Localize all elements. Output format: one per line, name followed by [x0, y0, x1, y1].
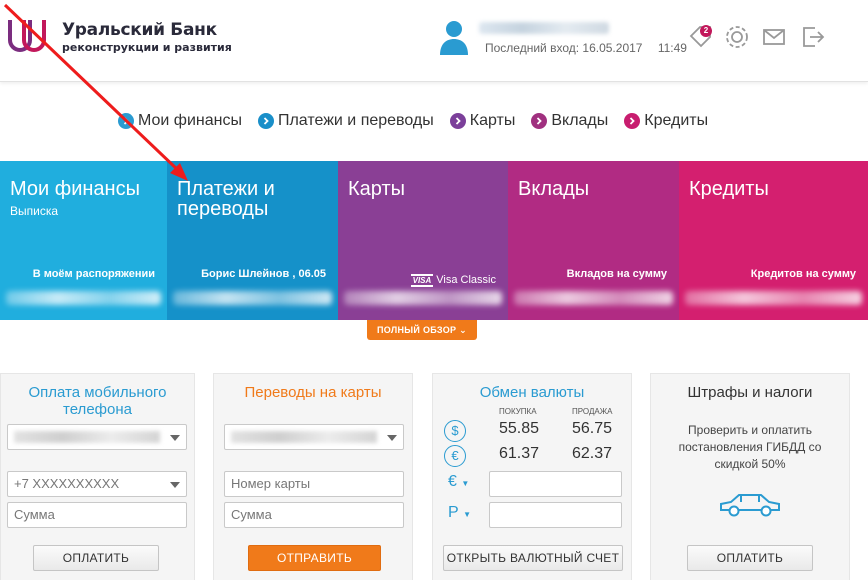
from-amount-input[interactable] — [489, 471, 622, 497]
chevron-right-icon — [624, 113, 641, 129]
nav-label: Карты — [469, 112, 516, 129]
bank-name: Уральский Банк — [62, 20, 217, 40]
tile-cards[interactable]: Карты VISA Visa Classic — [338, 161, 508, 320]
notification-badge: 2 — [700, 25, 712, 37]
tile-subtitle: Выписка — [10, 204, 59, 218]
tile-title: Кредиты — [689, 178, 769, 200]
tile-amount-redacted — [514, 291, 673, 305]
fines-description: Проверить и оплатить постановления ГИБДД… — [678, 423, 822, 471]
dollar-icon: $ — [444, 420, 466, 442]
open-currency-account-button[interactable]: ОТКРЫТЬ ВАЛЮТНЫЙ СЧЕТ — [443, 545, 623, 571]
card-title: Штрафы и налоги — [687, 384, 813, 401]
chevron-right-icon — [118, 113, 134, 129]
pay-fines-button[interactable]: ОПЛАТИТЬ — [687, 545, 813, 571]
tile-info: Кредитов на сумму — [750, 268, 856, 280]
user-avatar-icon[interactable] — [439, 19, 469, 55]
card-number-placeholder: Номер карты — [231, 476, 311, 491]
chevron-down-icon: ▼ — [463, 510, 472, 519]
visa-logo-icon: VISA — [410, 274, 434, 287]
mail-icon[interactable] — [761, 24, 787, 50]
card-type: Visa Classic — [436, 274, 496, 286]
tile-amount-redacted — [344, 291, 502, 305]
user-name-redacted — [479, 22, 609, 34]
tile-info: Борис Шлейнов , 06.05 — [201, 268, 326, 280]
settings-gear-icon[interactable] — [724, 24, 750, 50]
phone-input[interactable]: +7 XXXXXXXXXX — [7, 471, 187, 497]
to-currency-select[interactable]: Р ▼ — [448, 504, 471, 522]
chevron-down-icon — [387, 435, 397, 441]
pay-mobile-button[interactable]: ОПЛАТИТЬ — [33, 545, 159, 571]
amount-placeholder: Сумма — [14, 507, 55, 522]
car-icon — [720, 494, 780, 517]
from-currency-select[interactable]: € ▼ — [448, 473, 469, 491]
last-login-date: Последний вход: 16.05.2017 — [485, 41, 643, 55]
eur-sell-rate: 62.37 — [572, 445, 613, 462]
tile-deposits[interactable]: Вклады Вкладов на сумму — [508, 161, 679, 320]
amount-input[interactable]: Сумма — [7, 502, 187, 528]
tile-amount-redacted — [173, 291, 332, 305]
usd-buy-rate: 55.85 — [499, 420, 540, 437]
currency-exchange-card: Обмен валюты ПОКУПКА ПРОДАЖА $ 55.85 56.… — [432, 373, 632, 580]
fines-taxes-card: Штрафы и налоги Проверить и оплатить пос… — [650, 373, 850, 580]
nav-item-payments[interactable]: Платежи и переводы — [257, 112, 434, 130]
eur-buy-rate: 61.37 — [499, 445, 540, 462]
phone-placeholder: +7 XXXXXXXXXX — [14, 476, 120, 491]
bank-logo[interactable] — [0, 14, 50, 56]
source-card-select[interactable] — [224, 424, 404, 450]
nav-item-credits[interactable]: Кредиты — [624, 112, 708, 130]
euro-icon: € — [444, 445, 466, 467]
chevron-down-icon: ▼ — [461, 479, 470, 488]
to-currency-symbol: Р — [448, 504, 459, 521]
card-transfer-card: Переводы на карты Номер карты Сумма ОТПР… — [213, 373, 413, 580]
nav-item-deposits[interactable]: Вклады — [531, 112, 608, 130]
transfer-amount-input[interactable]: Сумма — [224, 502, 404, 528]
nav-label: Кредиты — [644, 112, 709, 129]
tile-my-finances[interactable]: Мои финансы Выписка В моём распоряжении — [0, 161, 167, 320]
chevron-right-icon — [531, 113, 548, 129]
chevron-right-icon — [257, 113, 274, 129]
chevron-down-icon — [170, 482, 180, 488]
tile-amount-redacted — [6, 291, 161, 305]
header: Уральский Банк реконструкции и развития … — [0, 0, 868, 82]
logout-icon[interactable] — [800, 24, 826, 50]
nav-label: Вклады — [551, 112, 609, 129]
tile-title: Мои финансы — [10, 178, 140, 200]
bank-subtitle: реконструкции и развития — [62, 41, 232, 54]
tile-info: VISA Visa Classic — [410, 274, 496, 287]
tile-title: Карты — [348, 178, 405, 200]
to-amount-input[interactable] — [489, 502, 622, 528]
main-nav: Мои финансы Платежи и переводы Карты Вкл… — [118, 112, 708, 130]
last-login: Последний вход: 16.05.2017 11:49 — [485, 41, 687, 55]
chevron-right-icon — [449, 113, 466, 129]
tile-credits[interactable]: Кредиты Кредитов на сумму — [679, 161, 868, 320]
chevron-down-icon — [170, 435, 180, 441]
usd-sell-rate: 56.75 — [572, 420, 613, 437]
nav-item-cards[interactable]: Карты — [449, 112, 516, 130]
tile-info: Вкладов на сумму — [566, 268, 667, 280]
card-title: Обмен валюты — [479, 384, 585, 401]
tile-payments[interactable]: Платежи и переводы Борис Шлейнов , 06.05 — [167, 161, 338, 320]
tile-amount-redacted — [685, 291, 862, 305]
tile-title: Вклады — [518, 178, 590, 200]
chevron-down-icon: ⌄ — [459, 325, 467, 335]
mobile-payment-card: Оплата мобильного телефона +7 XXXXXXXXXX… — [0, 373, 195, 580]
full-overview-button[interactable]: ПОЛНЫЙ ОБЗОР ⌄ — [367, 320, 477, 340]
send-transfer-button[interactable]: ОТПРАВИТЬ — [248, 545, 381, 571]
operator-select[interactable] — [7, 424, 187, 450]
buy-label: ПОКУПКА — [499, 407, 537, 416]
tile-title: Платежи и переводы — [177, 178, 275, 220]
card-number-input[interactable]: Номер карты — [224, 471, 404, 497]
card-title: Переводы на карты — [244, 384, 382, 401]
overview-label: ПОЛНЫЙ ОБЗОР — [377, 325, 457, 335]
nav-label: Мои финансы — [138, 112, 242, 129]
amount-placeholder: Сумма — [231, 507, 272, 522]
last-login-time: 11:49 — [657, 41, 687, 55]
card-title: Оплата мобильного телефона — [28, 384, 167, 418]
nav-label: Платежи и переводы — [277, 112, 434, 129]
nav-item-my-finances[interactable]: Мои финансы — [118, 112, 242, 130]
from-currency-symbol: € — [448, 473, 457, 490]
product-tiles: Мои финансы Выписка В моём распоряжении … — [0, 161, 868, 320]
tile-info: В моём распоряжении — [32, 268, 155, 280]
sell-label: ПРОДАЖА — [572, 407, 613, 416]
